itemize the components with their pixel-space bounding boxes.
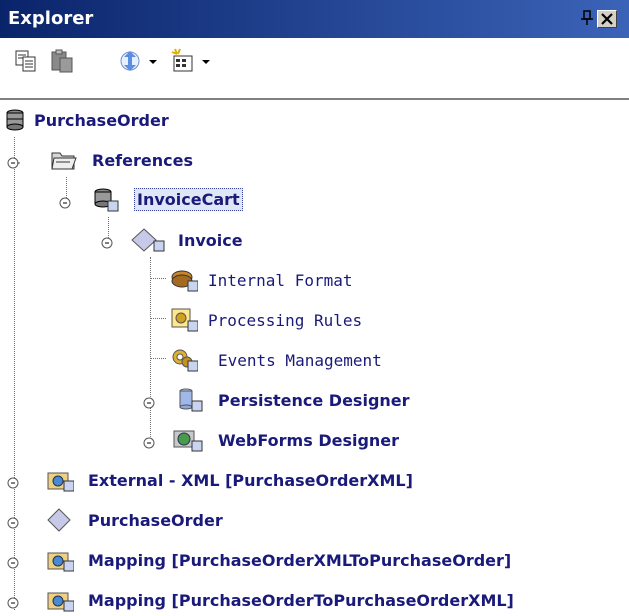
tree-node-mapping-2[interactable]: Mapping [PurchaseOrderToPurchaseOrderXML… [0, 585, 629, 616]
expand-toggle-icon[interactable] [58, 195, 72, 209]
tree-node-label: Mapping [PurchaseOrderToPurchaseOrderXML… [88, 591, 514, 610]
folder-icon [50, 147, 78, 173]
tree-node-external-xml[interactable]: External - XML [PurchaseOrderXML] [0, 465, 629, 497]
new-item-dropdown-button[interactable] [198, 47, 214, 75]
new-item-icon [171, 48, 193, 72]
window-title: Explorer [8, 8, 94, 29]
tree-node-label: Invoice [178, 231, 243, 250]
entity-icon [130, 227, 170, 253]
tree-node-persistence-designer[interactable]: Persistence Designer [0, 385, 480, 417]
explorer-panel: Explorer PurchaseOrder References Invoic… [0, 0, 629, 616]
expand-toggle-icon[interactable] [100, 235, 114, 249]
new-item-button[interactable] [168, 47, 198, 75]
tree-node-label: Mapping [PurchaseOrderXMLToPurchaseOrder… [88, 551, 512, 570]
database-icon [4, 107, 26, 133]
copy-button[interactable] [12, 47, 42, 75]
cylinder-icon [176, 387, 204, 413]
tree-node-references[interactable]: References [0, 145, 300, 177]
tree-node-label: References [92, 151, 193, 170]
format-icon [170, 267, 199, 293]
tree-node-invoicecart[interactable]: InvoiceCart [0, 185, 300, 217]
paste-button[interactable] [48, 47, 78, 75]
tree-node-label: InvoiceCart [134, 188, 243, 211]
format-folder-icon [46, 587, 75, 613]
database-icon [92, 187, 120, 213]
sync-icon [120, 51, 140, 71]
tree-node-label: Persistence Designer [218, 391, 410, 410]
format-folder-icon [46, 467, 75, 493]
tree-node-internal-format[interactable]: Internal Format [0, 265, 420, 297]
expand-toggle-icon[interactable] [142, 435, 156, 449]
pin-icon[interactable] [578, 9, 596, 27]
close-icon [601, 13, 613, 25]
globe-icon [172, 427, 204, 453]
tree-node-purchaseorder-entity[interactable]: PurchaseOrder [0, 505, 400, 537]
expand-toggle-icon[interactable] [6, 155, 26, 169]
tree-node-processing-rules[interactable]: Processing Rules [0, 305, 420, 337]
format-folder-icon [46, 547, 75, 573]
chevron-down-icon [149, 60, 157, 64]
expand-toggle-icon[interactable] [6, 515, 20, 529]
toolbar [0, 38, 629, 98]
tree-node-root[interactable]: PurchaseOrder [0, 105, 300, 137]
tree-node-mapping-1[interactable]: Mapping [PurchaseOrderXMLToPurchaseOrder… [0, 545, 629, 577]
copy-icon [15, 50, 36, 72]
explorer-tree: PurchaseOrder References InvoiceCart Inv… [0, 101, 629, 616]
expand-toggle-icon[interactable] [6, 555, 20, 569]
close-button[interactable] [597, 10, 617, 28]
tree-node-label: External - XML [PurchaseOrderXML] [88, 471, 413, 490]
gear-icon [170, 347, 199, 373]
paste-icon [51, 49, 73, 73]
tree-node-events-management[interactable]: Events Management [0, 345, 460, 377]
chevron-down-icon [202, 60, 210, 64]
tree-node-webforms-designer[interactable]: WebForms Designer [0, 425, 480, 457]
expand-toggle-icon[interactable] [6, 475, 20, 489]
title-bar: Explorer [0, 0, 629, 38]
tree-node-label: Events Management [218, 351, 382, 370]
entity-icon [46, 507, 74, 533]
tree-node-label: WebForms Designer [218, 431, 400, 450]
sync-button[interactable] [116, 47, 146, 75]
tree-node-invoice[interactable]: Invoice [0, 225, 300, 257]
tree-node-label: Processing Rules [208, 311, 363, 330]
expand-toggle-icon[interactable] [6, 595, 20, 609]
tree-node-label: PurchaseOrder [34, 111, 169, 130]
sync-dropdown-button[interactable] [145, 47, 161, 75]
expand-toggle-icon[interactable] [142, 395, 156, 409]
tree-node-label: Internal Format [208, 271, 353, 290]
rules-icon [170, 307, 199, 333]
tree-node-label: PurchaseOrder [88, 511, 223, 530]
